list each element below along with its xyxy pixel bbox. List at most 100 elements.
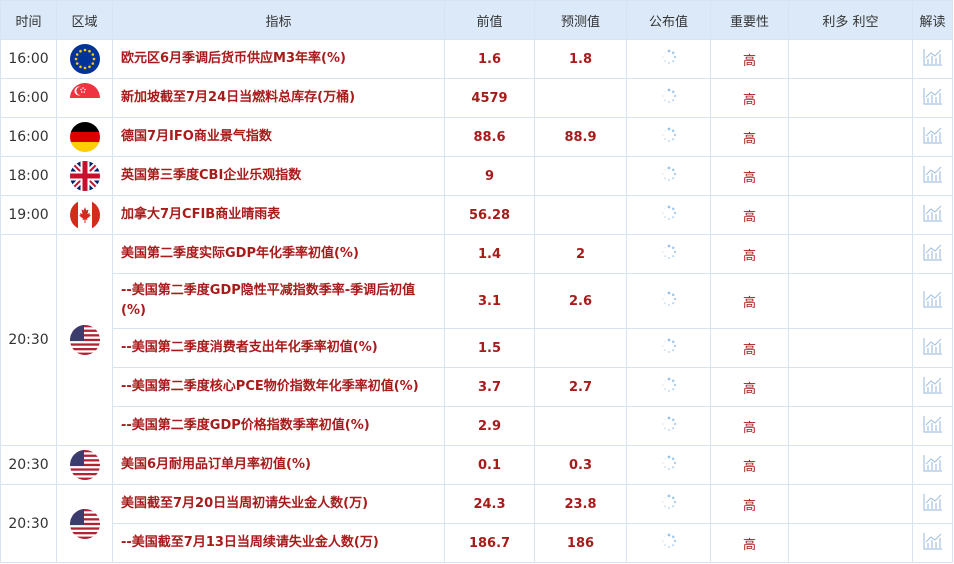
region-cell (56, 78, 113, 118)
actual-cell (626, 234, 711, 274)
previous-cell: 1.6 (444, 39, 535, 79)
indicator-cell[interactable]: 加拿大7月CFIB商业晴雨表 (112, 195, 445, 235)
table-row: --美国第二季度GDP价格指数季率初值(%) 2.9 高 (1, 406, 953, 446)
header-actual: 公布值 (626, 0, 711, 40)
interpret-cell[interactable] (912, 156, 953, 196)
chart-icon[interactable] (922, 532, 943, 554)
impact-cell (788, 39, 913, 79)
us-flag-icon (69, 450, 100, 480)
interpret-cell[interactable] (912, 484, 953, 524)
interpret-cell[interactable] (912, 523, 953, 563)
indicator-cell[interactable]: --美国第二季度GDP价格指数季率初值(%) (112, 406, 445, 446)
indicator-cell[interactable]: --美国截至7月13日当周续请失业金人数(万) (112, 523, 445, 563)
importance-cell: 高 (710, 117, 789, 157)
forecast-cell: 88.9 (534, 117, 627, 157)
singapore-flag-icon (69, 83, 100, 113)
loading-spinner-icon (661, 455, 677, 475)
importance-cell: 高 (710, 273, 789, 329)
interpret-cell[interactable] (912, 195, 953, 235)
chart-icon[interactable] (922, 165, 943, 187)
germany-flag-icon (69, 122, 100, 152)
previous-cell: 0.1 (444, 445, 535, 485)
uk-flag-icon (69, 161, 100, 191)
chart-icon[interactable] (922, 337, 943, 359)
indicator-cell[interactable]: --美国第二季度核心PCE物价指数年化季率初值(%) (112, 367, 445, 407)
importance-cell: 高 (710, 484, 789, 524)
interpret-cell[interactable] (912, 406, 953, 446)
indicator-cell[interactable]: 欧元区6月季调后货币供应M3年率(%) (112, 39, 445, 79)
table-row: 16:00 欧元区6月季调后货币供应M3年率(%) 1.6 1.8 高 (0, 39, 953, 79)
time-cell: 16:00 (0, 78, 57, 118)
impact-cell (788, 445, 913, 485)
us-flag-icon (69, 325, 100, 355)
time-cell: 18:00 (0, 156, 57, 196)
economic-calendar-table: 时间 区域 指标 前值 预测值 公布值 重要性 利多 利空 解读 16:00 欧… (0, 0, 953, 563)
previous-cell: 2.9 (444, 406, 535, 446)
loading-spinner-icon (661, 377, 677, 397)
header-forecast: 预测值 (534, 0, 627, 40)
chart-icon[interactable] (922, 204, 943, 226)
loading-spinner-icon (661, 205, 677, 225)
interpret-cell[interactable] (912, 234, 953, 274)
loading-spinner-icon (661, 533, 677, 553)
indicator-cell[interactable]: 英国第三季度CBI企业乐观指数 (112, 156, 445, 196)
indicator-cell[interactable]: 德国7月IFO商业景气指数 (112, 117, 445, 157)
interpret-cell[interactable] (912, 39, 953, 79)
indicator-cell[interactable]: 美国截至7月20日当周初请失业金人数(万) (112, 484, 445, 524)
previous-cell: 3.1 (444, 273, 535, 329)
actual-cell (626, 117, 711, 157)
previous-cell: 1.4 (444, 234, 535, 274)
chart-icon[interactable] (922, 87, 943, 109)
actual-cell (626, 273, 711, 329)
indicator-cell[interactable]: --美国第二季度GDP隐性平减指数季率-季调后初值(%) (112, 273, 445, 329)
interpret-cell[interactable] (912, 367, 953, 407)
chart-icon[interactable] (922, 48, 943, 70)
time-cell: 16:00 (0, 117, 57, 157)
chart-icon[interactable] (922, 243, 943, 265)
indicator-cell[interactable]: 新加坡截至7月24日当燃料总库存(万桶) (112, 78, 445, 118)
loading-spinner-icon (661, 291, 677, 311)
chart-icon[interactable] (922, 126, 943, 148)
loading-spinner-icon (661, 127, 677, 147)
chart-icon[interactable] (922, 415, 943, 437)
forecast-cell: 1.8 (534, 39, 627, 79)
actual-cell (626, 523, 711, 563)
table-row: 16:00 新加坡截至7月24日当燃料总库存(万桶) 4579 高 (0, 78, 953, 118)
chart-icon[interactable] (922, 454, 943, 476)
indicator-cell[interactable]: 美国6月耐用品订单月率初值(%) (112, 445, 445, 485)
canada-flag-icon (69, 200, 100, 230)
impact-cell (788, 328, 913, 368)
impact-cell (788, 406, 913, 446)
indicator-cell[interactable]: --美国第二季度消费者支出年化季率初值(%) (112, 328, 445, 368)
actual-cell (626, 445, 711, 485)
header-indicator: 指标 (112, 0, 445, 40)
region-cell (56, 195, 113, 235)
forecast-cell: 2.6 (534, 273, 627, 329)
time-cell: 20:30 (0, 445, 57, 485)
importance-cell: 高 (710, 367, 789, 407)
region-cell (56, 484, 113, 563)
interpret-cell[interactable] (912, 78, 953, 118)
forecast-cell (534, 406, 627, 446)
table-row: --美国第二季度核心PCE物价指数年化季率初值(%) 3.7 2.7 高 (1, 367, 953, 407)
interpret-cell[interactable] (912, 117, 953, 157)
loading-spinner-icon (661, 416, 677, 436)
impact-cell (788, 367, 913, 407)
importance-cell: 高 (710, 445, 789, 485)
header-time: 时间 (0, 0, 57, 40)
actual-cell (626, 78, 711, 118)
interpret-cell[interactable] (912, 445, 953, 485)
importance-cell: 高 (710, 234, 789, 274)
actual-cell (626, 39, 711, 79)
chart-icon[interactable] (922, 493, 943, 515)
region-cell (56, 234, 113, 446)
impact-cell (788, 484, 913, 524)
forecast-cell: 186 (534, 523, 627, 563)
indicator-cell[interactable]: 美国第二季度实际GDP年化季率初值(%) (112, 234, 445, 274)
chart-icon[interactable] (922, 290, 943, 312)
impact-cell (788, 156, 913, 196)
chart-icon[interactable] (922, 376, 943, 398)
forecast-cell: 2.7 (534, 367, 627, 407)
interpret-cell[interactable] (912, 273, 953, 329)
interpret-cell[interactable] (912, 328, 953, 368)
